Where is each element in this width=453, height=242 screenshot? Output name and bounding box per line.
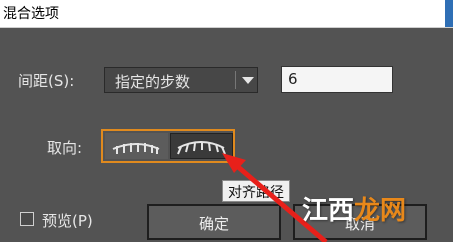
tooltip: 对齐路径 xyxy=(222,180,290,202)
tooltip-text: 对齐路径 xyxy=(228,185,284,201)
title-bar: 混合选项 xyxy=(0,0,453,28)
preview-label: 预览(P) xyxy=(42,212,93,230)
steps-input[interactable]: 6 xyxy=(281,66,393,93)
preview-checkbox[interactable] xyxy=(20,212,34,226)
watermark: 江西龙网 xyxy=(302,190,406,227)
select-divider xyxy=(235,71,236,89)
align-to-path-icon xyxy=(177,141,226,155)
align-to-path-button[interactable] xyxy=(170,133,233,159)
orientation-label: 取向: xyxy=(47,139,83,157)
window-title: 混合选项 xyxy=(3,6,59,22)
title-bar-edge xyxy=(445,0,453,27)
chevron-down-icon[interactable] xyxy=(242,77,254,84)
ok-button-label: 确定 xyxy=(198,215,229,233)
steps-value: 6 xyxy=(288,70,298,88)
spacing-mode-value: 指定的步数 xyxy=(115,73,191,91)
watermark-part-1: 江西 xyxy=(302,196,355,226)
align-to-page-button[interactable] xyxy=(105,133,168,159)
spacing-mode-select[interactable]: 指定的步数 xyxy=(104,67,258,93)
spacing-label: 间距(S): xyxy=(18,72,75,90)
ok-button[interactable]: 确定 xyxy=(147,204,281,240)
watermark-part-2: 龙网 xyxy=(354,196,407,226)
align-to-page-icon xyxy=(112,143,160,154)
orientation-button-group xyxy=(101,129,235,163)
